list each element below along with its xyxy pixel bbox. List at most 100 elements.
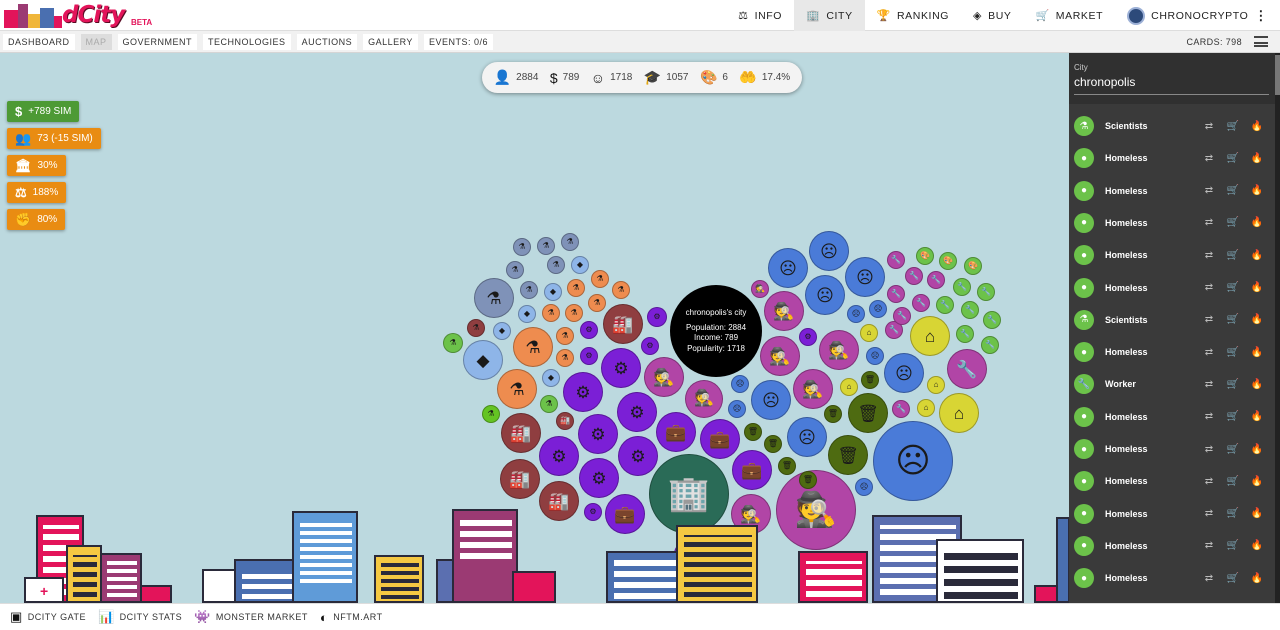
card-row[interactable]: ● Homeless ⇄ 🛒 🔥: [1069, 239, 1275, 271]
card-bubble-spy[interactable]: 🕵: [751, 280, 769, 298]
panel-scrollbar[interactable]: [1275, 53, 1280, 603]
footer-monster-market[interactable]: 👾 MONSTER MARKET: [194, 609, 308, 625]
card-bubble-house[interactable]: ⌂: [860, 324, 878, 342]
card-bubble-sad[interactable]: ☹: [805, 275, 845, 315]
cart-icon[interactable]: 🛒: [1221, 153, 1245, 164]
card-bubble-wrench[interactable]: 🔧: [892, 400, 910, 418]
cart-icon[interactable]: 🛒: [1221, 508, 1245, 519]
card-row[interactable]: ● Homeless ⇄ 🛒 🔥: [1069, 175, 1275, 207]
card-bubble-flask[interactable]: ⚗: [561, 233, 579, 251]
user-menu[interactable]: CHRONOCRYPTO ⋮: [1115, 0, 1280, 31]
card-bubble-gear[interactable]: ⚙: [618, 436, 658, 476]
cart-icon[interactable]: 🛒: [1221, 444, 1245, 455]
burn-icon[interactable]: 🔥: [1245, 314, 1269, 325]
card-bubble-factory[interactable]: 🏭: [500, 459, 540, 499]
card-bubble-trash[interactable]: 🗑: [799, 471, 817, 489]
card-bubble-wrench[interactable]: 🔧: [977, 283, 995, 301]
card-bubble-flask[interactable]: ⚗: [513, 327, 553, 367]
card-row[interactable]: 🔧 Worker ⇄ 🛒 🔥: [1069, 368, 1275, 400]
burn-icon[interactable]: 🔥: [1245, 217, 1269, 228]
cart-icon[interactable]: 🛒: [1221, 540, 1245, 551]
card-row[interactable]: ⚗ Scientists ⇄ 🛒 🔥: [1069, 110, 1275, 142]
burn-icon[interactable]: 🔥: [1245, 282, 1269, 293]
card-bubble-wrench[interactable]: 🔧: [887, 285, 905, 303]
card-bubble-wrench[interactable]: 🔧: [956, 325, 974, 343]
card-row[interactable]: ● Homeless ⇄ 🛒 🔥: [1069, 142, 1275, 174]
transfer-icon[interactable]: ⇄: [1197, 573, 1221, 584]
card-row[interactable]: ● Homeless ⇄ 🛒 🔥: [1069, 272, 1275, 304]
burn-icon[interactable]: 🔥: [1245, 476, 1269, 487]
city-name-field[interactable]: chronopolis: [1074, 72, 1269, 95]
card-bubble-house[interactable]: ⌂: [910, 316, 950, 356]
badge-justice[interactable]: ⚖ 188%: [7, 182, 67, 203]
burn-icon[interactable]: 🔥: [1245, 444, 1269, 455]
card-bubble-briefcase[interactable]: 💼: [732, 450, 772, 490]
cart-icon[interactable]: 🛒: [1221, 217, 1245, 228]
cart-icon[interactable]: 🛒: [1221, 476, 1245, 487]
badge-power[interactable]: ✊ 80%: [7, 209, 66, 230]
card-bubble-sad[interactable]: ☹: [731, 375, 749, 393]
card-bubble-wrench[interactable]: 🔧: [947, 349, 987, 389]
cart-icon[interactable]: 🛒: [1221, 411, 1245, 422]
card-bubble-sad[interactable]: ☹: [866, 347, 884, 365]
card-bubble-flask[interactable]: ⚗: [547, 256, 565, 274]
card-bubble-sad[interactable]: ☹: [768, 248, 808, 288]
card-bubble-sad[interactable]: ☹: [751, 380, 791, 420]
card-bubble-sad[interactable]: ☹: [869, 300, 887, 318]
card-bubble-trash[interactable]: 🗑: [778, 457, 796, 475]
card-row[interactable]: ● Homeless ⇄ 🛒 🔥: [1069, 465, 1275, 497]
burn-icon[interactable]: 🔥: [1245, 540, 1269, 551]
card-bubble-flask[interactable]: ⚗: [591, 270, 609, 288]
cart-icon[interactable]: 🛒: [1221, 314, 1245, 325]
card-bubble-sad[interactable]: ☹: [873, 421, 953, 501]
card-bubble-gear[interactable]: ⚙: [580, 347, 598, 365]
transfer-icon[interactable]: ⇄: [1197, 282, 1221, 293]
card-row[interactable]: ● Homeless ⇄ 🛒 🔥: [1069, 530, 1275, 562]
card-bubble-spy[interactable]: 🕵: [644, 357, 684, 397]
card-bubble-flask[interactable]: ⚗: [520, 281, 538, 299]
card-bubble-wrench[interactable]: 🔧: [936, 296, 954, 314]
card-bubble-wrench[interactable]: 🔧: [887, 251, 905, 269]
burn-icon[interactable]: 🔥: [1245, 121, 1269, 132]
card-bubble-gear[interactable]: ⚙: [617, 392, 657, 432]
card-bubble-flask[interactable]: ⚗: [542, 304, 560, 322]
transfer-icon[interactable]: ⇄: [1197, 476, 1221, 487]
transfer-icon[interactable]: ⇄: [1197, 508, 1221, 519]
card-row[interactable]: ⚗ Scientists ⇄ 🛒 🔥: [1069, 304, 1275, 336]
card-bubble-gear[interactable]: ⚙: [563, 372, 603, 412]
card-bubble-factory[interactable]: 🏭: [501, 413, 541, 453]
cart-icon[interactable]: 🛒: [1221, 282, 1245, 293]
transfer-icon[interactable]: ⇄: [1197, 444, 1221, 455]
burn-icon[interactable]: 🔥: [1245, 185, 1269, 196]
card-bubble-gear[interactable]: ⚙: [539, 436, 579, 476]
transfer-icon[interactable]: ⇄: [1197, 217, 1221, 228]
card-bubble-factory[interactable]: 🏭: [603, 304, 643, 344]
card-bubble-sad[interactable]: ☹: [809, 231, 849, 271]
card-bubble-spy[interactable]: 🕵: [685, 380, 723, 418]
cart-icon[interactable]: 🛒: [1221, 185, 1245, 196]
card-bubble-cube[interactable]: ◆: [544, 283, 562, 301]
card-bubble-house[interactable]: ⌂: [939, 393, 979, 433]
badge-homeless[interactable]: 👥 73 (-15 SIM): [7, 128, 101, 149]
card-bubble-briefcase[interactable]: 💼: [656, 412, 696, 452]
transfer-icon[interactable]: ⇄: [1197, 540, 1221, 551]
card-bubble-wrench[interactable]: 🔧: [983, 311, 1001, 329]
card-bubble-palette[interactable]: 🎨: [939, 252, 957, 270]
card-bubble-house[interactable]: ⌂: [917, 399, 935, 417]
transfer-icon[interactable]: ⇄: [1197, 250, 1221, 261]
card-bubble-trash[interactable]: 🗑: [848, 393, 888, 433]
card-bubble-flask[interactable]: ⚗: [567, 279, 585, 297]
card-bubble-factory[interactable]: 🏭: [556, 412, 574, 430]
card-row[interactable]: ● Homeless ⇄ 🛒 🔥: [1069, 498, 1275, 530]
transfer-icon[interactable]: ⇄: [1197, 153, 1221, 164]
card-bubble-cube[interactable]: ◆: [518, 305, 536, 323]
card-bubble-spy[interactable]: 🕵: [819, 330, 859, 370]
transfer-icon[interactable]: ⇄: [1197, 314, 1221, 325]
hamburger-menu-icon[interactable]: [1254, 36, 1268, 47]
card-bubble-wrench[interactable]: 🔧: [905, 267, 923, 285]
card-bubble-sad[interactable]: ☹: [845, 257, 885, 297]
card-bubble-spy[interactable]: 🕵: [760, 336, 800, 376]
card-bubble-flask[interactable]: ⚗: [443, 333, 463, 353]
card-bubble-wrench[interactable]: 🔧: [953, 278, 971, 296]
transfer-icon[interactable]: ⇄: [1197, 411, 1221, 422]
